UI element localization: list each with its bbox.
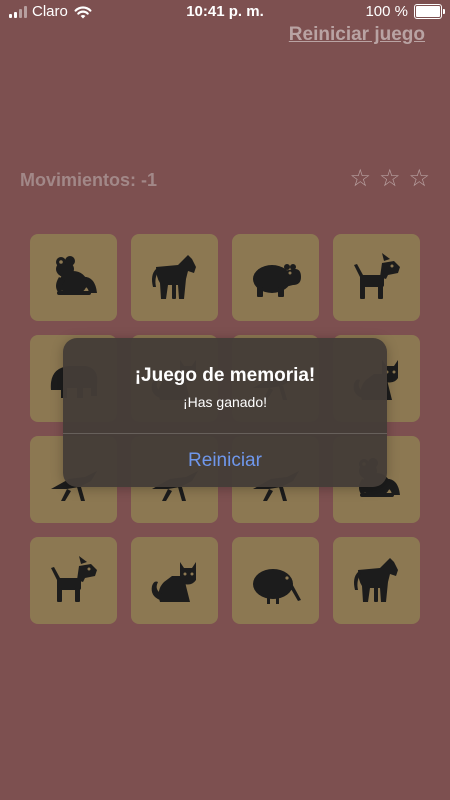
restart-button[interactable]: Reiniciar xyxy=(63,434,387,487)
win-dialog: ¡Juego de memoria! ¡Has ganado! Reinicia… xyxy=(63,338,387,487)
dialog-message: ¡Has ganado! xyxy=(182,394,268,410)
dialog-title: ¡Juego de memoria! xyxy=(134,365,316,386)
